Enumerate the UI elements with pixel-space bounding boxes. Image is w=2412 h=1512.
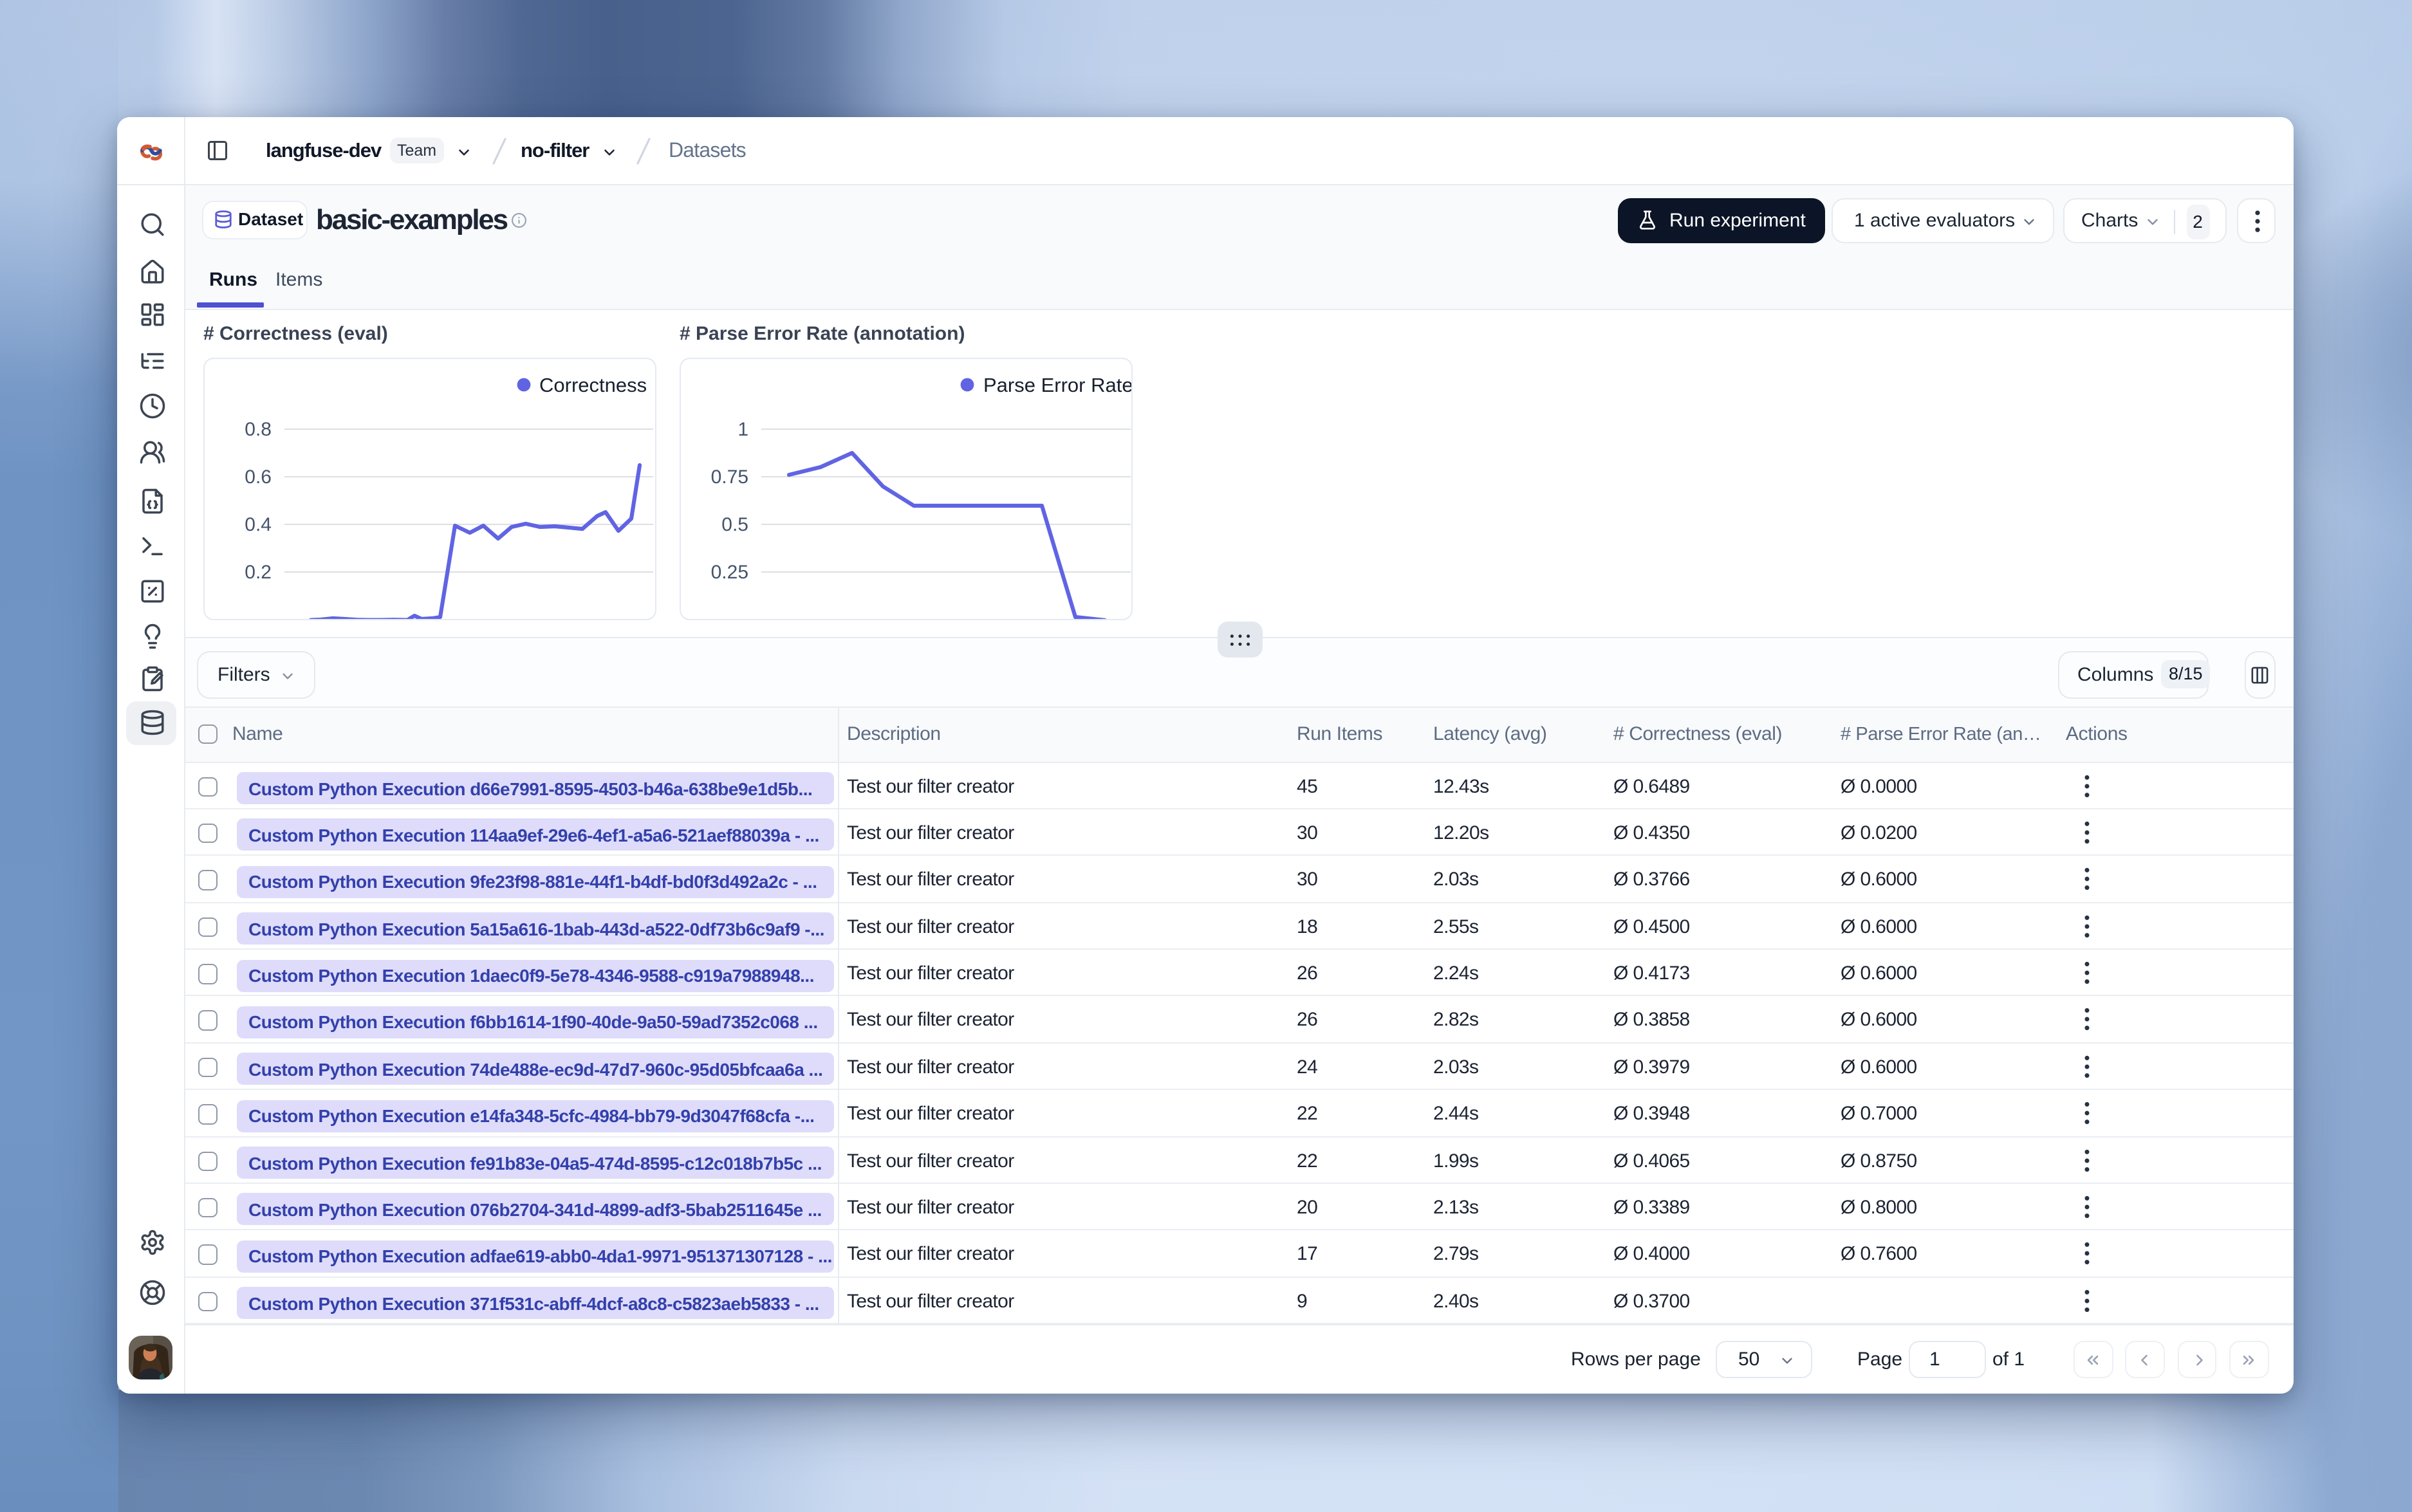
svg-text:0.2: 0.2: [245, 562, 272, 583]
svg-text:0.5: 0.5: [721, 514, 748, 535]
svg-text:0.75: 0.75: [711, 466, 748, 488]
svg-text:0.4: 0.4: [245, 514, 272, 535]
svg-text:0.6: 0.6: [245, 466, 272, 488]
svg-text:Correctness: Correctness: [539, 374, 647, 396]
svg-text:0.8: 0.8: [245, 419, 272, 440]
svg-text:Parse Error Rate: Parse Error Rate: [983, 374, 1132, 396]
svg-text:1: 1: [738, 419, 748, 440]
svg-text:0.25: 0.25: [711, 562, 748, 583]
